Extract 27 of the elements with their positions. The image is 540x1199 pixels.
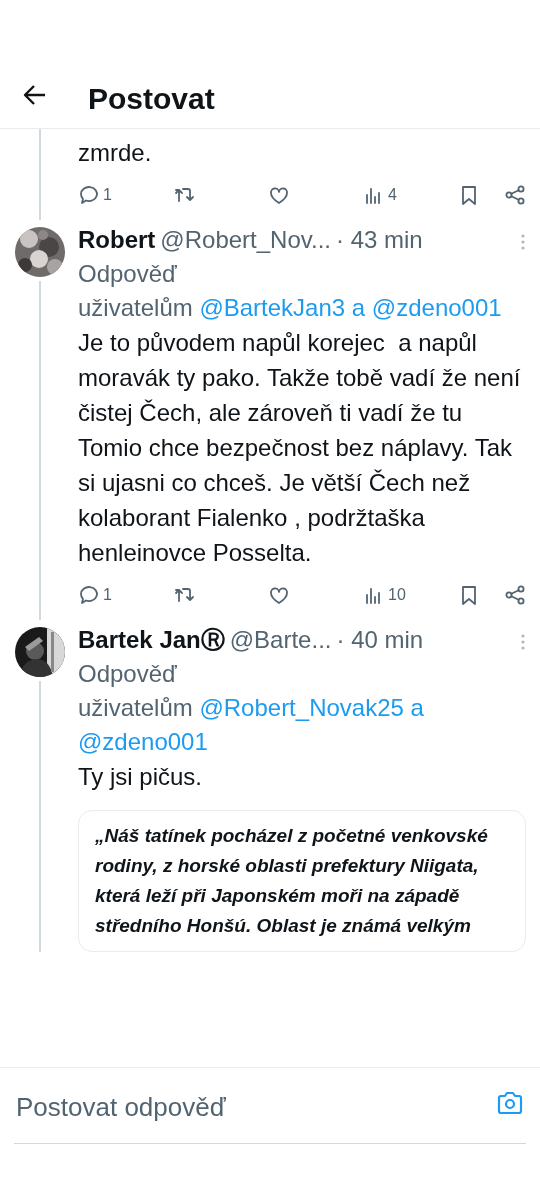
camera-button[interactable]	[496, 1090, 524, 1116]
share-icon	[504, 584, 526, 606]
user-name: Robert	[78, 225, 156, 255]
camera-icon	[496, 1090, 524, 1116]
post-text: Je to původem napůl korejec a napůl moravák ty pako. Takže tobě vadí že není čistej Čech, ale zároveň ti vadí že tu Tomio chce bezpečnost bez náplavy. Tak si ujasni co chceš. Je větší Čech než kolaborant Fialenko , podržtaška henleinovce Posselta.	[78, 328, 522, 568]
user-name: Bartek JanⓇ	[78, 625, 225, 655]
user-handle: @Barte...	[229, 625, 332, 655]
post-text: zmrde.	[78, 138, 153, 168]
user-handle: @Robert_Nov...	[160, 225, 331, 255]
reply-to-text: uživatelům @Robert_Novak25 a @zdeno001	[78, 693, 425, 757]
post-time: · 40 min	[336, 625, 424, 655]
quote-text: „Náš tatínek pocházel z početné venkovské rodiny, z horské oblasti prefektury Niigata, která leží při Japonském moři na západě středního Honšú. Oblast je známá velkým	[95, 824, 489, 938]
views-button[interactable]: 4	[363, 183, 397, 207]
share-button[interactable]	[504, 184, 526, 206]
reply-button[interactable]: 1	[78, 583, 112, 607]
reply-icon	[78, 584, 100, 606]
post-text: Ty jsi pičus.	[78, 762, 204, 792]
reply-button[interactable]: 1	[78, 183, 112, 207]
reply-label: Odpověď	[78, 659, 178, 689]
reply-to-text: uživatelům @BartekJan3 a @zdeno001	[78, 293, 503, 323]
views-button[interactable]: 10	[363, 583, 406, 607]
reply-icon	[78, 184, 100, 206]
share-button[interactable]	[504, 584, 526, 606]
reply-label: Odpověď	[78, 259, 178, 289]
post-time: · 43 min	[336, 225, 423, 255]
share-icon	[504, 184, 526, 206]
page-title: Postovat	[88, 84, 215, 114]
